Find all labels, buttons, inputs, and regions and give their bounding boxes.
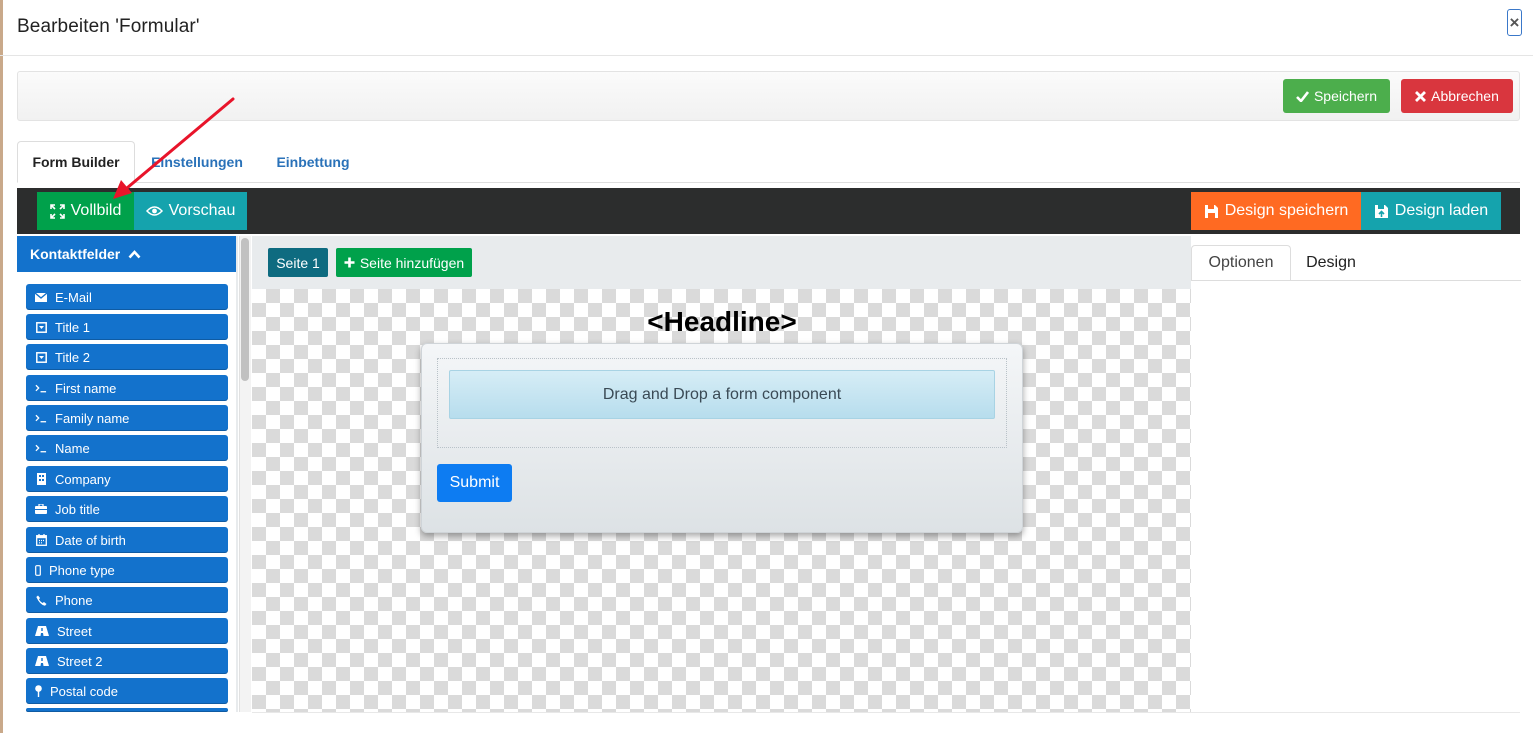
field-company[interactable]: Company bbox=[26, 466, 228, 492]
field-partial bbox=[26, 708, 228, 712]
sidebar-header-label: Kontaktfelder bbox=[30, 246, 121, 262]
field-first-name[interactable]: First name bbox=[26, 375, 228, 401]
terminal-icon bbox=[35, 384, 47, 393]
calendar-icon bbox=[35, 534, 47, 546]
window-edge bbox=[0, 0, 3, 733]
field-label: Street bbox=[57, 623, 92, 639]
preview-button[interactable]: Vorschau bbox=[134, 192, 247, 230]
field-label: Name bbox=[55, 440, 90, 456]
tab-optionen[interactable]: Optionen bbox=[1191, 245, 1291, 281]
road-icon bbox=[35, 626, 49, 636]
sidebar-header[interactable]: Kontaktfelder bbox=[17, 236, 236, 272]
field-label: Company bbox=[55, 471, 111, 487]
field-label: Postal code bbox=[50, 683, 118, 699]
add-page-button[interactable]: Seite hinzufügen bbox=[336, 248, 472, 277]
field-title-2[interactable]: Title 2 bbox=[26, 344, 228, 370]
right-panel-divider bbox=[1191, 280, 1521, 281]
building-icon bbox=[35, 473, 47, 485]
fullscreen-label: Vollbild bbox=[70, 202, 122, 219]
submit-button[interactable]: Submit bbox=[437, 464, 512, 502]
bottom-divider bbox=[252, 712, 1520, 713]
cancel-button-label: Abbrechen bbox=[1431, 88, 1499, 104]
plus-icon bbox=[344, 257, 355, 268]
design-load-label: Design laden bbox=[1394, 202, 1489, 219]
design-save-button[interactable]: Design speichern bbox=[1191, 192, 1361, 230]
envelope-icon bbox=[35, 292, 47, 302]
terminal-icon bbox=[35, 414, 47, 423]
load-icon bbox=[1374, 204, 1388, 218]
terminal-icon bbox=[35, 444, 47, 453]
field-phone-type[interactable]: Phone type bbox=[26, 557, 228, 583]
close-button[interactable]: × bbox=[1507, 9, 1522, 36]
x-icon bbox=[1415, 90, 1427, 102]
road-icon bbox=[35, 656, 49, 666]
expand-icon bbox=[49, 203, 65, 219]
field-name[interactable]: Name bbox=[26, 435, 228, 461]
sidebar-scrollbar-thumb[interactable] bbox=[241, 238, 249, 381]
mobile-icon bbox=[35, 564, 41, 576]
chevron-up-icon bbox=[128, 249, 141, 258]
field-date-of-birth[interactable]: Date of birth bbox=[26, 527, 228, 553]
field-label: Job title bbox=[55, 501, 100, 517]
preview-label: Vorschau bbox=[168, 202, 236, 219]
field-label: Date of birth bbox=[55, 532, 126, 548]
tab-design[interactable]: Design bbox=[1291, 245, 1371, 281]
check-icon bbox=[1296, 90, 1309, 102]
save-button[interactable]: Speichern bbox=[1283, 79, 1390, 113]
field-job-title[interactable]: Job title bbox=[26, 496, 228, 522]
save-button-label: Speichern bbox=[1313, 88, 1378, 104]
design-save-label: Design speichern bbox=[1224, 202, 1349, 219]
field-label: Phone bbox=[55, 592, 93, 608]
tab-einbettung[interactable]: Einbettung bbox=[266, 141, 360, 183]
dropdown-icon bbox=[35, 351, 47, 363]
field-email[interactable]: E-Mail bbox=[26, 284, 228, 310]
dropdown-icon bbox=[35, 321, 47, 333]
field-family-name[interactable]: Family name bbox=[26, 405, 228, 431]
fullscreen-button[interactable]: Vollbild bbox=[37, 192, 134, 230]
design-load-button[interactable]: Design laden bbox=[1361, 192, 1501, 230]
tab-form-builder[interactable]: Form Builder bbox=[17, 141, 135, 183]
briefcase-icon bbox=[35, 504, 47, 514]
field-title-1[interactable]: Title 1 bbox=[26, 314, 228, 340]
tab-einstellungen[interactable]: Einstellungen bbox=[143, 141, 251, 183]
field-label: Family name bbox=[55, 410, 130, 426]
add-page-label: Seite hinzufügen bbox=[359, 254, 465, 271]
cancel-button[interactable]: Abbrechen bbox=[1401, 79, 1513, 113]
map-pin-icon bbox=[35, 685, 42, 697]
phone-icon bbox=[35, 595, 47, 606]
field-phone[interactable]: Phone bbox=[26, 587, 228, 613]
floppy-icon bbox=[1204, 204, 1218, 218]
page-1-button[interactable]: Seite 1 bbox=[268, 248, 328, 277]
drop-hint: Drag and Drop a form component bbox=[449, 370, 995, 419]
field-label: Street 2 bbox=[57, 653, 103, 669]
title-divider bbox=[0, 55, 1533, 56]
form-headline[interactable]: <Headline> bbox=[552, 306, 892, 338]
field-postal-code[interactable]: Postal code bbox=[26, 678, 228, 704]
field-label: Title 1 bbox=[55, 319, 90, 335]
eye-icon bbox=[145, 206, 163, 216]
dialog-title: Bearbeiten 'Formular' bbox=[17, 16, 200, 37]
field-street-2[interactable]: Street 2 bbox=[26, 648, 228, 674]
field-label: Phone type bbox=[49, 562, 115, 578]
field-label: E-Mail bbox=[55, 289, 92, 305]
field-label: First name bbox=[55, 380, 117, 396]
field-label: Title 2 bbox=[55, 349, 90, 365]
field-street[interactable]: Street bbox=[26, 618, 228, 644]
